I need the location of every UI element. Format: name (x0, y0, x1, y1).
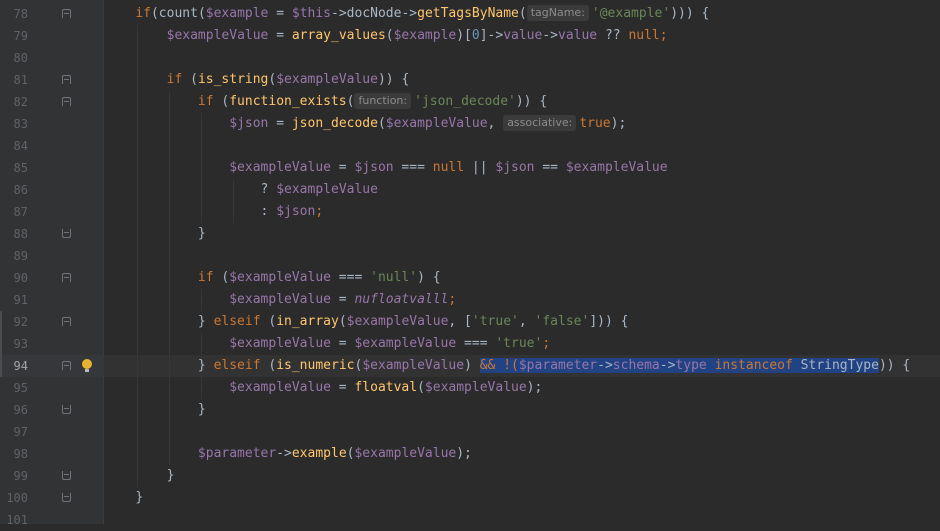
code-text[interactable]: if (function_exists(function:'json_decod… (104, 91, 547, 113)
line-number: 86 (13, 183, 28, 197)
code-text[interactable]: } (104, 223, 206, 245)
code-text[interactable]: $exampleValue = floatval($exampleValue); (104, 377, 542, 399)
code-line[interactable]: 84 (0, 135, 940, 157)
fold-icon[interactable] (62, 9, 71, 18)
line-number: 81 (13, 73, 28, 87)
indent-guide (169, 245, 170, 267)
fold-icon[interactable] (62, 229, 71, 238)
code-text[interactable]: : $json; (104, 201, 324, 223)
code-text[interactable]: if ($exampleValue === 'null') { (104, 267, 441, 289)
line-number: 85 (13, 161, 28, 175)
text-selection[interactable]: && !($parameter->schema->type instanceof… (479, 358, 879, 373)
line-number: 83 (13, 117, 28, 131)
line-number: 96 (13, 403, 28, 417)
line-number: 80 (13, 51, 28, 65)
parameter-hint: tagName: (526, 5, 589, 21)
code-text[interactable]: $exampleValue = array_values($example)[0… (104, 25, 668, 47)
fold-icon[interactable] (62, 273, 71, 282)
code-text[interactable]: ? $exampleValue (104, 179, 378, 201)
lightbulb-icon[interactable] (82, 359, 92, 372)
line-number: 78 (13, 7, 28, 21)
indent-guide (137, 47, 138, 69)
line-number: 93 (13, 337, 28, 351)
line-number: 84 (13, 139, 28, 153)
code-line[interactable]: 80 (0, 47, 940, 69)
code-line[interactable]: 83 $json = json_decode($exampleValue, as… (0, 113, 940, 135)
line-number: 95 (13, 381, 28, 395)
code-text[interactable]: $json = json_decode($exampleValue, assoc… (104, 113, 626, 135)
code-line[interactable]: 101 (0, 509, 940, 531)
line-number: 89 (13, 249, 28, 263)
line-number: 97 (13, 425, 28, 439)
code-line[interactable]: 93 $exampleValue = $exampleValue === 'tr… (0, 333, 940, 355)
code-text[interactable]: } (104, 465, 175, 487)
code-line[interactable]: 88 } (0, 223, 940, 245)
code-line[interactable]: 100 } (0, 487, 940, 509)
line-number: 82 (13, 95, 28, 109)
code-line[interactable]: 90 if ($exampleValue === 'null') { (0, 267, 940, 289)
code-text[interactable]: $parameter->example($exampleValue); (104, 443, 472, 465)
code-line[interactable]: 79 $exampleValue = array_values($example… (0, 25, 940, 47)
code-text[interactable]: } elseif (is_numeric($exampleValue) && !… (104, 355, 910, 377)
code-text[interactable]: $exampleValue = nufloatvalll; (104, 289, 456, 311)
fold-icon[interactable] (62, 405, 71, 414)
line-number: 79 (13, 29, 28, 43)
parameter-hint: function: (354, 93, 412, 109)
indent-guide (201, 135, 202, 157)
code-line[interactable]: 78 if(count($example = $this->docNode->g… (0, 3, 940, 25)
line-number: 88 (13, 227, 28, 241)
code-text[interactable]: } (104, 487, 143, 509)
code-text[interactable]: } elseif (in_array($exampleValue, ['true… (104, 311, 629, 333)
code-text[interactable]: $exampleValue = $exampleValue === 'true'… (104, 333, 550, 355)
code-line[interactable]: 97 (0, 421, 940, 443)
code-line[interactable]: 96 } (0, 399, 940, 421)
fold-icon[interactable] (62, 317, 71, 326)
code-line[interactable]: 82 if (function_exists(function:'json_de… (0, 91, 940, 113)
line-number: 101 (6, 513, 28, 527)
code-text[interactable]: } (104, 399, 206, 421)
line-number: 94 (13, 359, 28, 373)
line-number: 99 (13, 469, 28, 483)
code-line-current[interactable]: 94 } elseif (is_numeric($exampleValue) &… (0, 355, 940, 377)
code-line[interactable]: 85 $exampleValue = $json === null || $js… (0, 157, 940, 179)
code-line[interactable]: 81 if (is_string($exampleValue)) { (0, 69, 940, 91)
code-line[interactable]: 86 ? $exampleValue (0, 179, 940, 201)
keyword: if (135, 6, 151, 21)
code-text[interactable]: $exampleValue = $json === null || $json … (104, 157, 667, 179)
fold-icon[interactable] (62, 471, 71, 480)
code-line[interactable]: 87 : $json; (0, 201, 940, 223)
indent-guide (169, 421, 170, 443)
code-line[interactable]: 91 $exampleValue = nufloatvalll; (0, 289, 940, 311)
code-text[interactable]: if(count($example = $this->docNode->getT… (104, 3, 709, 25)
code-editor[interactable]: 78 if(count($example = $this->docNode->g… (0, 0, 940, 527)
fold-icon[interactable] (62, 493, 71, 502)
indent-guide (137, 135, 138, 157)
indent-guide (137, 245, 138, 267)
line-number: 98 (13, 447, 28, 461)
code-line[interactable]: 95 $exampleValue = floatval($exampleValu… (0, 377, 940, 399)
code-line[interactable]: 98 $parameter->example($exampleValue); (0, 443, 940, 465)
code-line[interactable]: 99 } (0, 465, 940, 487)
code-line[interactable]: 92 } elseif (in_array($exampleValue, ['t… (0, 311, 940, 333)
fold-icon[interactable] (62, 75, 71, 84)
line-number: 92 (13, 315, 28, 329)
code-line[interactable]: 89 (0, 245, 940, 267)
parameter-hint: associative: (503, 115, 577, 131)
line-number: 91 (13, 293, 28, 307)
indent-guide (169, 135, 170, 157)
indent-guide (137, 421, 138, 443)
line-number: 100 (6, 491, 28, 505)
fold-icon[interactable] (62, 97, 71, 106)
fold-icon[interactable] (62, 361, 71, 370)
code-text[interactable]: if (is_string($exampleValue)) { (104, 69, 410, 91)
line-number: 87 (13, 205, 28, 219)
line-number: 90 (13, 271, 28, 285)
